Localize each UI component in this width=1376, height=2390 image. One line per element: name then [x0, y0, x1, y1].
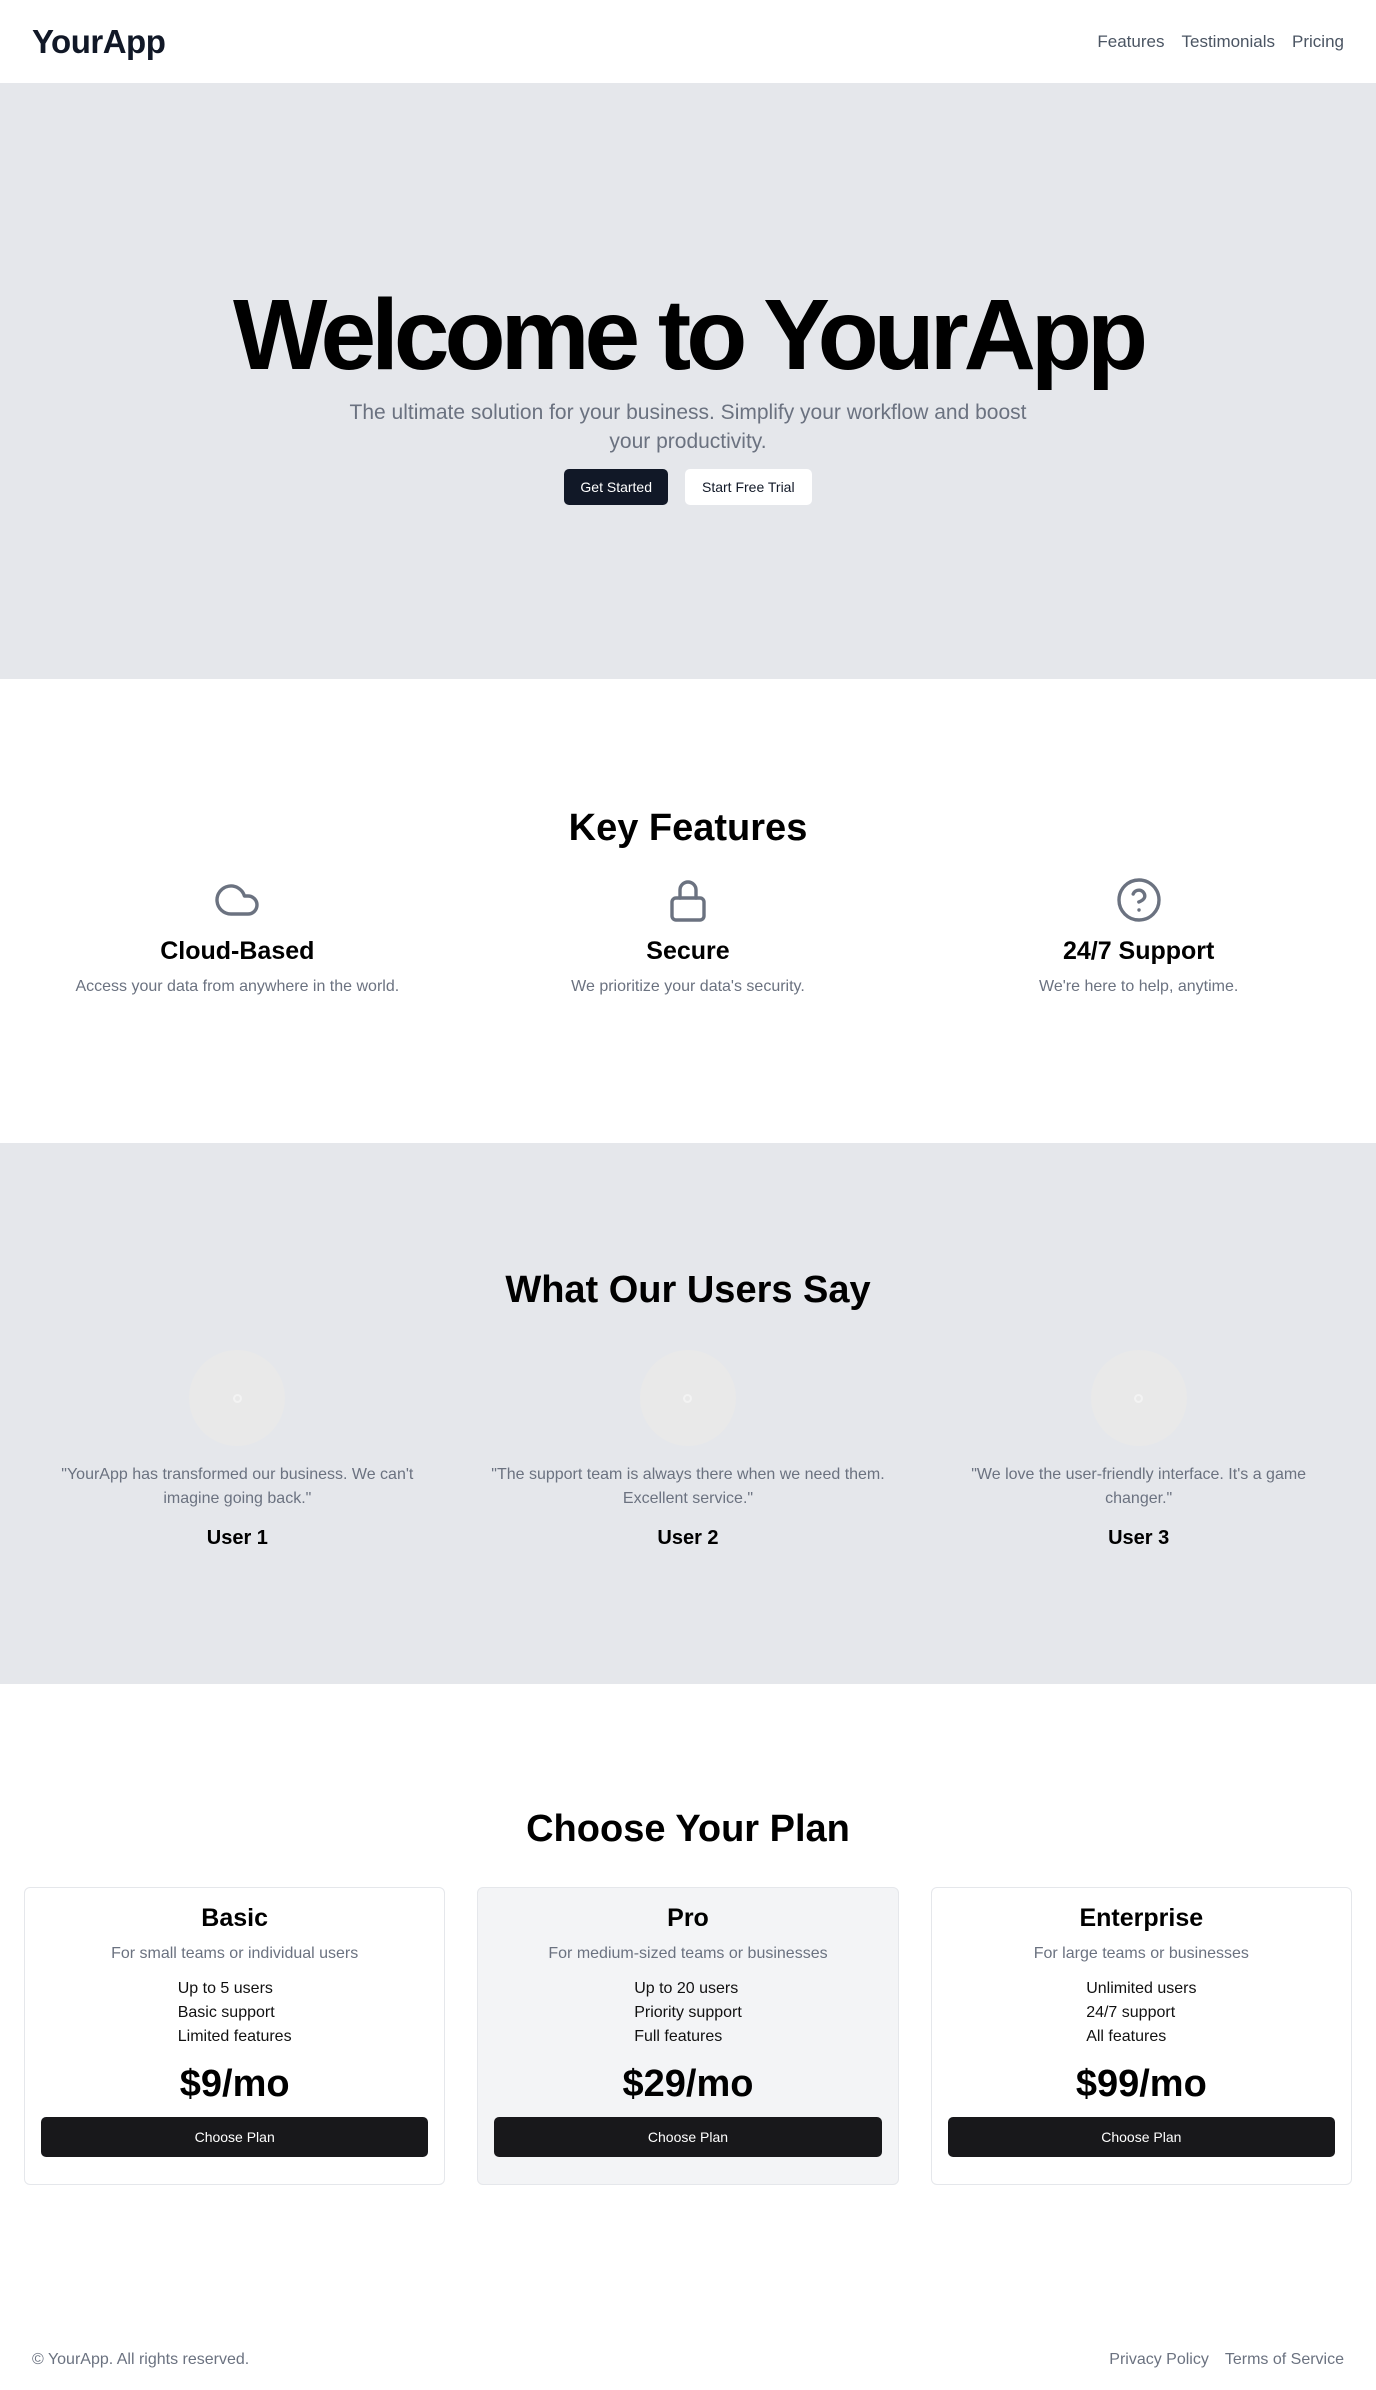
cloud-icon — [215, 884, 260, 916]
nav-link-testimonials[interactable]: Testimonials — [1181, 32, 1275, 52]
choose-plan-basic-button[interactable]: Choose Plan — [41, 2117, 429, 2157]
testimonial-quote: "YourApp has transformed our business. W… — [61, 1466, 414, 1507]
avatar-placeholder-icon — [232, 1393, 242, 1403]
plan-feature: Limited features — [177, 2028, 292, 2045]
plan-price: $29/mo — [622, 2063, 754, 2105]
features-title: Key Features — [568, 807, 808, 849]
lock-icon — [670, 880, 706, 922]
plan-feature-list: Unlimited users 24/7 support All feature… — [1086, 1977, 1196, 2049]
plan-description: For small teams or individual users — [111, 1945, 359, 1962]
avatar — [639, 1350, 736, 1446]
pricing-title: Choose Your Plan — [526, 1808, 850, 1850]
plan-name: Basic — [201, 1904, 269, 1932]
footer-links: Privacy Policy Terms of Service — [1109, 2351, 1344, 2369]
testimonial-quote: "We love the user-friendly interface. It… — [971, 1466, 1307, 1507]
hero-actions: Get Started Start Free Trial — [564, 468, 812, 505]
feature-title: Secure — [646, 937, 730, 965]
plan-card-pro: Pro For medium-sized teams or businesses… — [477, 1887, 899, 2185]
testimonial-grid: "YourApp has transformed our business. W… — [0, 1350, 1376, 1550]
feature-card: Secure We prioritize your data's securit… — [463, 876, 914, 996]
plan-name: Pro — [667, 1904, 709, 1932]
plan-grid: Basic For small teams or individual user… — [0, 1887, 1376, 2185]
plan-feature-list: Up to 5 users Basic support Limited feat… — [178, 1977, 292, 2049]
plan-feature: Up to 5 users — [177, 1980, 273, 1997]
plan-price: $99/mo — [1075, 2063, 1207, 2105]
feature-description: We prioritize your data's security. — [571, 978, 805, 995]
plan-feature: Up to 20 users — [634, 1980, 739, 1997]
choose-plan-pro-button[interactable]: Choose Plan — [494, 2117, 882, 2157]
feature-grid: Cloud-Based Access your data from anywhe… — [0, 876, 1376, 996]
testimonials-section: What Our Users Say "YourApp has transfor… — [0, 1143, 1376, 1684]
plan-price: $9/mo — [179, 2063, 290, 2105]
hero-section: Welcome to YourApp The ultimate solution… — [0, 83, 1376, 679]
plan-description: For large teams or businesses — [1033, 1945, 1249, 1962]
plan-feature: 24/7 support — [1086, 2004, 1176, 2021]
plan-feature: Full features — [634, 2028, 723, 2045]
avatar — [189, 1350, 286, 1446]
plan-name: Enterprise — [1079, 1904, 1204, 1932]
testimonials-title: What Our Users Say — [505, 1269, 871, 1311]
testimonial-author: User 2 — [657, 1527, 719, 1549]
plan-feature-list: Up to 20 users Priority support Full fea… — [634, 1977, 742, 2049]
nav-link-pricing[interactable]: Pricing — [1292, 32, 1344, 52]
testimonial-card: "YourApp has transformed our business. W… — [12, 1350, 463, 1550]
hero-title: Welcome to YourApp — [232, 279, 1148, 392]
plan-feature: All features — [1086, 2028, 1167, 2045]
testimonial-card: "The support team is always there when w… — [463, 1350, 914, 1550]
main-nav: Features Testimonials Pricing — [1097, 32, 1344, 52]
feature-card: 24/7 Support We're here to help, anytime… — [913, 876, 1364, 996]
site-footer: © YourApp. All rights reserved. Privacy … — [0, 2330, 1376, 2390]
feature-description: We're here to help, anytime. — [1039, 978, 1239, 995]
plan-feature: Basic support — [177, 2004, 275, 2021]
feature-card: Cloud-Based Access your data from anywhe… — [12, 876, 463, 996]
start-free-trial-button[interactable]: Start Free Trial — [685, 468, 812, 505]
terms-of-service-link[interactable]: Terms of Service — [1225, 2351, 1344, 2369]
choose-plan-enterprise-button[interactable]: Choose Plan — [947, 2117, 1335, 2157]
testimonial-card: "We love the user-friendly interface. It… — [913, 1350, 1364, 1550]
testimonial-author: User 1 — [206, 1527, 268, 1549]
plan-card-enterprise: Enterprise For large teams or businesses… — [930, 1887, 1352, 2185]
nav-link-features[interactable]: Features — [1097, 32, 1164, 52]
testimonial-quote: "The support team is always there when w… — [491, 1466, 885, 1507]
plan-card-basic: Basic For small teams or individual user… — [24, 1887, 446, 2185]
plan-feature: Unlimited users — [1086, 1980, 1197, 1997]
avatar-placeholder-icon — [1134, 1393, 1144, 1403]
pricing-section: Choose Your Plan Basic For small teams o… — [0, 1684, 1376, 2330]
features-section: Key Features Cloud-Based Access your dat… — [0, 679, 1376, 1143]
feature-description: Access your data from anywhere in the wo… — [75, 978, 400, 995]
feature-title: 24/7 Support — [1062, 937, 1215, 965]
avatar — [1090, 1350, 1187, 1446]
hero-subtitle: The ultimate solution for your business.… — [349, 401, 1027, 453]
site-header: YourApp Features Testimonials Pricing — [0, 0, 1376, 83]
testimonial-author: User 3 — [1108, 1527, 1170, 1549]
copyright-text: © YourApp. All rights reserved. — [32, 2351, 250, 2368]
plan-description: For medium-sized teams or businesses — [548, 1945, 828, 1962]
privacy-policy-link[interactable]: Privacy Policy — [1109, 2351, 1209, 2369]
plan-feature: Priority support — [634, 2004, 742, 2021]
help-circle-icon — [1116, 878, 1161, 922]
avatar-placeholder-icon — [683, 1393, 693, 1403]
feature-title: Cloud-Based — [160, 937, 315, 965]
brand-logo[interactable]: YourApp — [32, 23, 166, 61]
get-started-button[interactable]: Get Started — [564, 468, 668, 505]
